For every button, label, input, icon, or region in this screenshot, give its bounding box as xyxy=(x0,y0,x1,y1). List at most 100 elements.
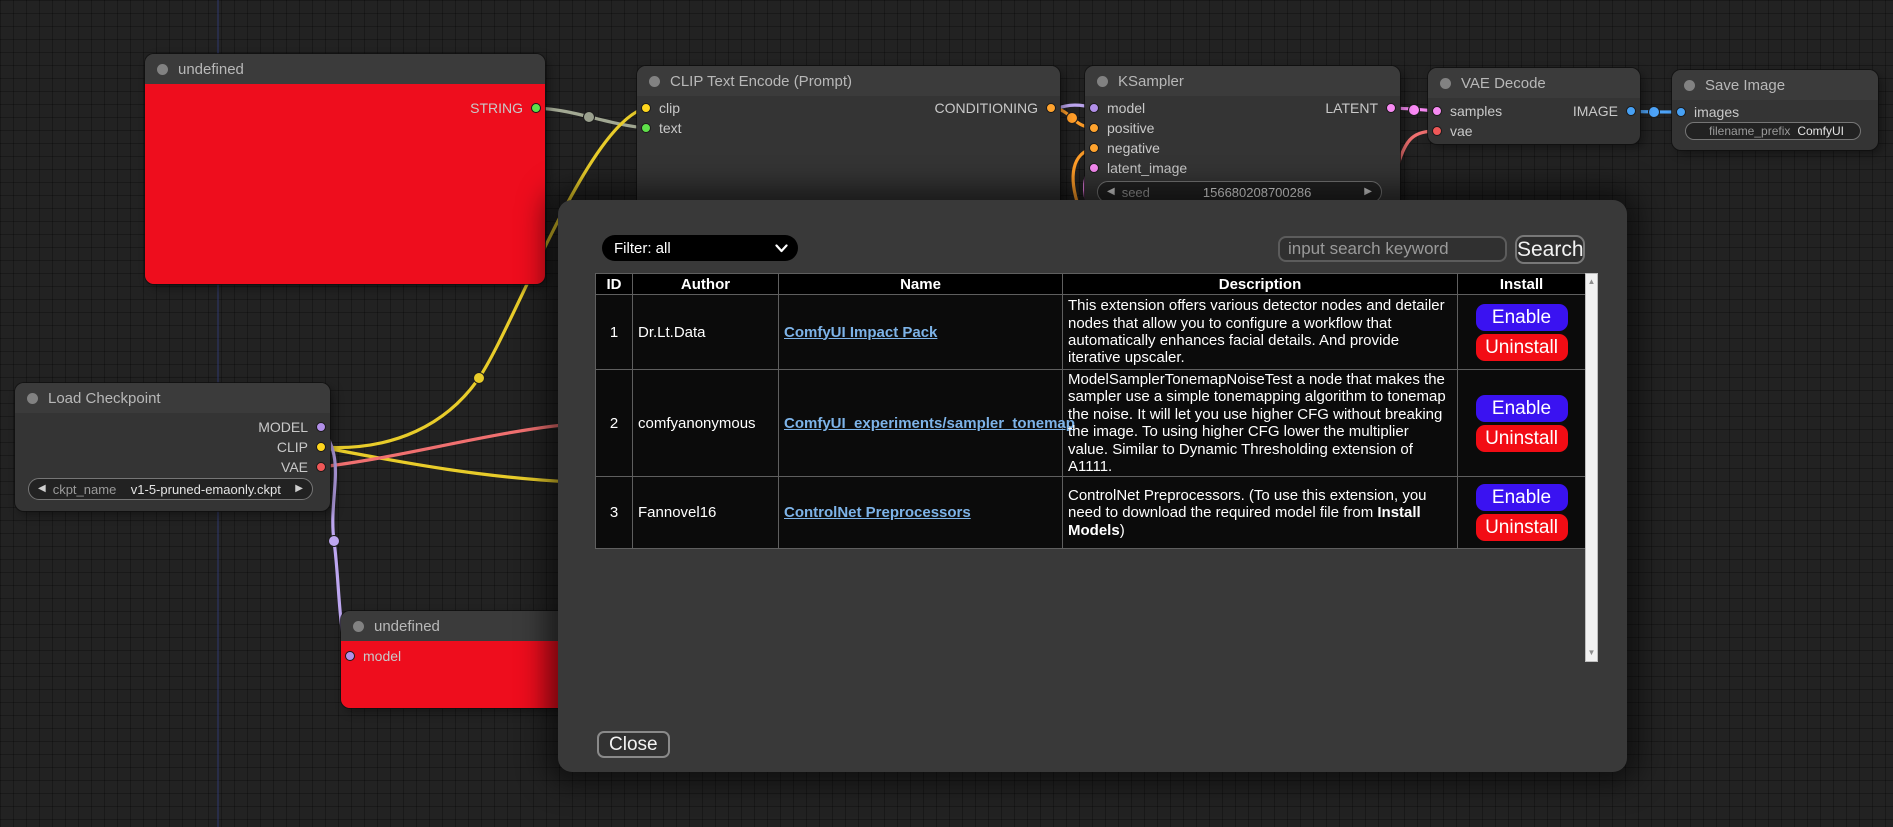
wire-reroute-dot xyxy=(474,373,485,384)
collapse-dot-icon[interactable] xyxy=(27,393,38,404)
collapse-dot-icon[interactable] xyxy=(1684,80,1695,91)
output-port-conditioning[interactable] xyxy=(1046,103,1056,113)
widget-label: ckpt_name xyxy=(53,482,117,497)
collapse-dot-icon[interactable] xyxy=(1097,76,1108,87)
input-port-model[interactable] xyxy=(1089,103,1099,113)
cell-id: 1 xyxy=(596,295,633,370)
node-ksampler[interactable]: KSampler model positive negative latent_… xyxy=(1085,66,1400,216)
slot-label: vae xyxy=(1450,123,1473,139)
node-title: VAE Decode xyxy=(1461,75,1546,92)
cell-description: ControlNet Preprocessors. (To use this e… xyxy=(1063,477,1458,549)
input-port-clip[interactable] xyxy=(641,103,651,113)
scroll-down-icon[interactable]: ▼ xyxy=(1586,649,1597,657)
extension-link[interactable]: ControlNet Preprocessors xyxy=(784,504,971,521)
uninstall-button[interactable]: Uninstall xyxy=(1476,334,1568,361)
node-body: MODEL CLIP VAE ◀ ckpt_name v1-5-pruned-e… xyxy=(15,413,330,511)
extension-link[interactable]: ComfyUI Impact Pack xyxy=(784,324,937,341)
node-titlebar[interactable]: Load Checkpoint xyxy=(15,383,330,413)
slot-label: model xyxy=(1107,100,1145,116)
install-custom-nodes-dialog: Filter: all Search ID Author Name Descri… xyxy=(558,200,1627,772)
node-vae-decode[interactable]: VAE Decode samples vae IMAGE xyxy=(1428,68,1640,144)
node-save-image[interactable]: Save Image images filename_prefix ComfyU… xyxy=(1672,70,1878,150)
close-button[interactable]: Close xyxy=(597,731,670,758)
uninstall-button[interactable]: Uninstall xyxy=(1476,425,1568,452)
enable-button[interactable]: Enable xyxy=(1476,484,1568,511)
output-port-vae[interactable] xyxy=(316,462,326,472)
cell-author: comfyanonymous xyxy=(633,370,779,477)
filename-prefix-widget[interactable]: filename_prefix ComfyUI xyxy=(1685,122,1861,140)
output-port-model[interactable] xyxy=(316,422,326,432)
input-port-positive[interactable] xyxy=(1089,123,1099,133)
slot-label: positive xyxy=(1107,120,1154,136)
filter-select[interactable]: Filter: all xyxy=(602,235,798,261)
slot-label: CLIP xyxy=(277,439,308,455)
collapse-dot-icon[interactable] xyxy=(1440,78,1451,89)
node-titlebar[interactable]: Save Image xyxy=(1672,70,1878,100)
node-title: Load Checkpoint xyxy=(48,390,161,407)
output-port-image[interactable] xyxy=(1626,106,1636,116)
slot-label: model xyxy=(363,648,401,664)
wire-clip-hidden xyxy=(320,447,572,482)
output-port-clip[interactable] xyxy=(316,442,326,452)
arrow-right-icon[interactable]: ▶ xyxy=(1364,187,1372,197)
arrow-right-icon[interactable]: ▶ xyxy=(295,484,303,494)
widget-value[interactable]: ComfyUI xyxy=(1790,124,1851,138)
column-header-description: Description xyxy=(1063,274,1458,295)
node-title: KSampler xyxy=(1118,73,1184,90)
node-titlebar[interactable]: undefined xyxy=(145,54,545,84)
input-port-vae[interactable] xyxy=(1432,126,1442,136)
slot-label: latent_image xyxy=(1107,160,1187,176)
wire-reroute-dot xyxy=(1649,107,1660,118)
node-undefined-1[interactable]: undefined STRING xyxy=(145,54,545,284)
arrow-left-icon[interactable]: ◀ xyxy=(1107,187,1115,197)
input-port-samples[interactable] xyxy=(1432,106,1442,116)
input-port-latent-image[interactable] xyxy=(1089,163,1099,173)
arrow-left-icon[interactable]: ◀ xyxy=(38,484,46,494)
slot-label: STRING xyxy=(470,100,523,116)
search-button[interactable]: Search xyxy=(1515,235,1585,264)
collapse-dot-icon[interactable] xyxy=(157,64,168,75)
output-port-latent[interactable] xyxy=(1386,103,1396,113)
ckpt-name-widget[interactable]: ◀ ckpt_name v1-5-pruned-emaonly.ckpt ▶ xyxy=(28,478,313,500)
cell-id: 3 xyxy=(596,477,633,549)
node-titlebar[interactable]: CLIP Text Encode (Prompt) xyxy=(637,66,1060,96)
input-port-text[interactable] xyxy=(641,123,651,133)
widget-label: filename_prefix xyxy=(1709,124,1790,138)
column-header-id: ID xyxy=(596,274,633,295)
slot-label: images xyxy=(1694,104,1739,120)
collapse-dot-icon[interactable] xyxy=(353,621,364,632)
node-body: samples vae IMAGE xyxy=(1428,98,1640,144)
table-header-row: ID Author Name Description Install xyxy=(596,274,1586,295)
enable-button[interactable]: Enable xyxy=(1476,304,1568,331)
input-port-images[interactable] xyxy=(1676,107,1686,117)
enable-button[interactable]: Enable xyxy=(1476,395,1568,422)
cell-author: Dr.Lt.Data xyxy=(633,295,779,370)
widget-value[interactable]: 156680208700286 xyxy=(1150,185,1364,200)
wire-reroute-dot xyxy=(1067,113,1078,124)
extension-link[interactable]: ComfyUI_experiments/sampler_tonemap xyxy=(784,415,1075,432)
widget-label: seed xyxy=(1122,185,1150,200)
table-row: 2 comfyanonymous ComfyUI_experiments/sam… xyxy=(596,370,1586,477)
wire-reroute-dot xyxy=(329,536,340,547)
search-input[interactable] xyxy=(1278,236,1507,262)
node-titlebar[interactable]: KSampler xyxy=(1085,66,1400,96)
node-title: undefined xyxy=(178,61,244,78)
column-header-author: Author xyxy=(633,274,779,295)
node-title: CLIP Text Encode (Prompt) xyxy=(670,73,852,90)
table-row: 1 Dr.Lt.Data ComfyUI Impact Pack This ex… xyxy=(596,295,1586,370)
table-scrollbar[interactable]: ▲ ▼ xyxy=(1585,273,1598,662)
cell-description: This extension offers various detector n… xyxy=(1063,295,1458,370)
slot-label: CONDITIONING xyxy=(935,100,1038,116)
collapse-dot-icon[interactable] xyxy=(649,76,660,87)
cell-description: ModelSamplerTonemapNoiseTest a node that… xyxy=(1063,370,1458,477)
input-port-model[interactable] xyxy=(345,651,355,661)
slot-label: text xyxy=(659,120,682,136)
output-port-string[interactable] xyxy=(531,103,541,113)
node-load-checkpoint[interactable]: Load Checkpoint MODEL CLIP VAE ◀ ckpt_na… xyxy=(15,383,330,511)
uninstall-button[interactable]: Uninstall xyxy=(1476,514,1568,541)
scroll-up-icon[interactable]: ▲ xyxy=(1586,278,1597,286)
cell-install: Enable Uninstall xyxy=(1458,370,1586,477)
input-port-negative[interactable] xyxy=(1089,143,1099,153)
node-titlebar[interactable]: VAE Decode xyxy=(1428,68,1640,98)
widget-value[interactable]: v1-5-pruned-emaonly.ckpt xyxy=(116,482,295,497)
